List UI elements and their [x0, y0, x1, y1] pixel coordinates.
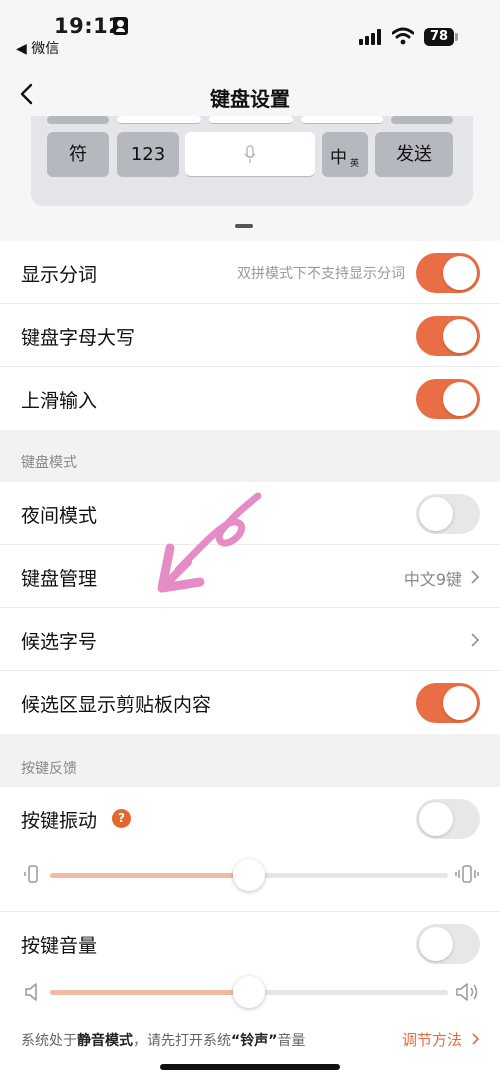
keyboard-preview: 符 123 中 英 发送	[0, 116, 500, 241]
symbol-key: 符	[47, 132, 109, 177]
vibration-slider[interactable]	[50, 859, 448, 891]
silent-mode-notice: 系统处于静音模式，请先打开系统“铃声”音量 调节方法	[0, 1018, 500, 1070]
setting-row-swipe-input[interactable]: 上滑输入	[0, 367, 500, 430]
cellular-signal-icon	[359, 29, 381, 45]
return-to-app-link[interactable]: ◀ 微信	[16, 38, 59, 58]
chevron-right-icon	[472, 1033, 480, 1045]
setting-hint: 双拼模式下不支持显示分词	[237, 266, 405, 282]
vibration-low-icon	[24, 865, 38, 883]
swipe-input-toggle[interactable]	[416, 379, 480, 419]
setting-label: 候选区显示剪贴板内容	[21, 694, 212, 716]
night-mode-toggle[interactable]	[416, 494, 480, 534]
setting-row-key-vibration[interactable]: 按键振动 ?	[0, 787, 500, 850]
setting-label: 按键振动	[21, 810, 98, 832]
vibration-high-icon	[455, 865, 479, 883]
setting-label: 上滑输入	[21, 390, 98, 412]
clipboard-candidates-toggle[interactable]	[416, 683, 480, 723]
battery-tip	[455, 33, 458, 41]
adjust-method-link[interactable]: 调节方法	[402, 1029, 462, 1050]
chevron-right-icon	[471, 570, 480, 584]
section-header-key-feedback: 按键反馈	[21, 761, 77, 777]
battery-icon: 78	[424, 28, 454, 46]
english-key-label: 英	[350, 159, 360, 169]
send-key: 发送	[375, 132, 453, 177]
volume-slider-thumb[interactable]	[233, 976, 265, 1008]
key-partial	[391, 116, 453, 124]
key-vibration-toggle[interactable]	[416, 799, 480, 839]
speaker-high-icon	[456, 983, 478, 1001]
setting-row-clipboard-candidates[interactable]: 候选区显示剪贴板内容	[0, 671, 500, 734]
wifi-icon	[392, 27, 414, 45]
help-icon[interactable]: ?	[112, 809, 131, 828]
general-settings-list: 显示分词 双拼模式下不支持显示分词 键盘字母大写 上滑输入	[0, 241, 500, 430]
speaker-low-icon	[25, 983, 37, 1001]
uppercase-toggle[interactable]	[416, 316, 480, 356]
setting-value: 中文9键	[403, 570, 462, 589]
drag-handle[interactable]	[235, 224, 253, 228]
numbers-key: 123	[117, 132, 179, 177]
key-feedback-list: 按键振动 ? 按键音量	[0, 787, 500, 1018]
volume-slider[interactable]	[50, 976, 448, 1008]
status-bar: 19:12 ◀ 微信 78	[0, 0, 500, 62]
setting-label: 夜间模式	[21, 505, 98, 527]
vibration-slider-thumb[interactable]	[233, 859, 265, 891]
key-partial	[209, 116, 293, 124]
key-partial	[47, 116, 109, 124]
section-header-keyboard-mode: 键盘模式	[21, 455, 77, 471]
setting-label: 键盘管理	[21, 568, 98, 590]
setting-label: 显示分词	[21, 264, 98, 286]
volume-slider-fill	[50, 990, 249, 995]
setting-label: 候选字号	[21, 631, 98, 653]
setting-row-key-volume[interactable]: 按键音量	[0, 911, 500, 974]
setting-row-show-segmentation[interactable]: 显示分词 双拼模式下不支持显示分词	[0, 241, 500, 304]
vibration-slider-row	[0, 850, 500, 912]
keyboard-mode-list: 夜间模式 键盘管理 中文9键 候选字号 候选区显示剪贴板内容	[0, 482, 500, 734]
key-partial	[301, 116, 383, 124]
key-volume-toggle[interactable]	[416, 924, 480, 964]
language-switch-key: 中 英	[322, 132, 368, 177]
setting-row-night-mode[interactable]: 夜间模式	[0, 482, 500, 545]
microphone-icon	[244, 145, 256, 163]
home-indicator	[160, 1064, 340, 1070]
page-title: 键盘设置	[210, 87, 290, 111]
space-key	[185, 132, 315, 177]
key-partial	[117, 116, 201, 124]
contact-icon	[113, 17, 128, 35]
setting-label: 键盘字母大写	[21, 327, 136, 349]
chevron-right-icon	[471, 633, 480, 647]
setting-row-uppercase[interactable]: 键盘字母大写	[0, 304, 500, 367]
notice-text: 系统处于静音模式，请先打开系统“铃声”音量	[21, 1033, 306, 1049]
setting-row-keyboard-management[interactable]: 键盘管理 中文9键	[0, 545, 500, 608]
vibration-slider-fill	[50, 873, 249, 878]
setting-row-candidate-font-size[interactable]: 候选字号	[0, 608, 500, 671]
chinese-key-label: 中	[330, 148, 347, 168]
keyboard-panel: 符 123 中 英 发送	[31, 116, 473, 206]
show-segmentation-toggle[interactable]	[416, 253, 480, 293]
setting-label: 按键音量	[21, 935, 98, 957]
